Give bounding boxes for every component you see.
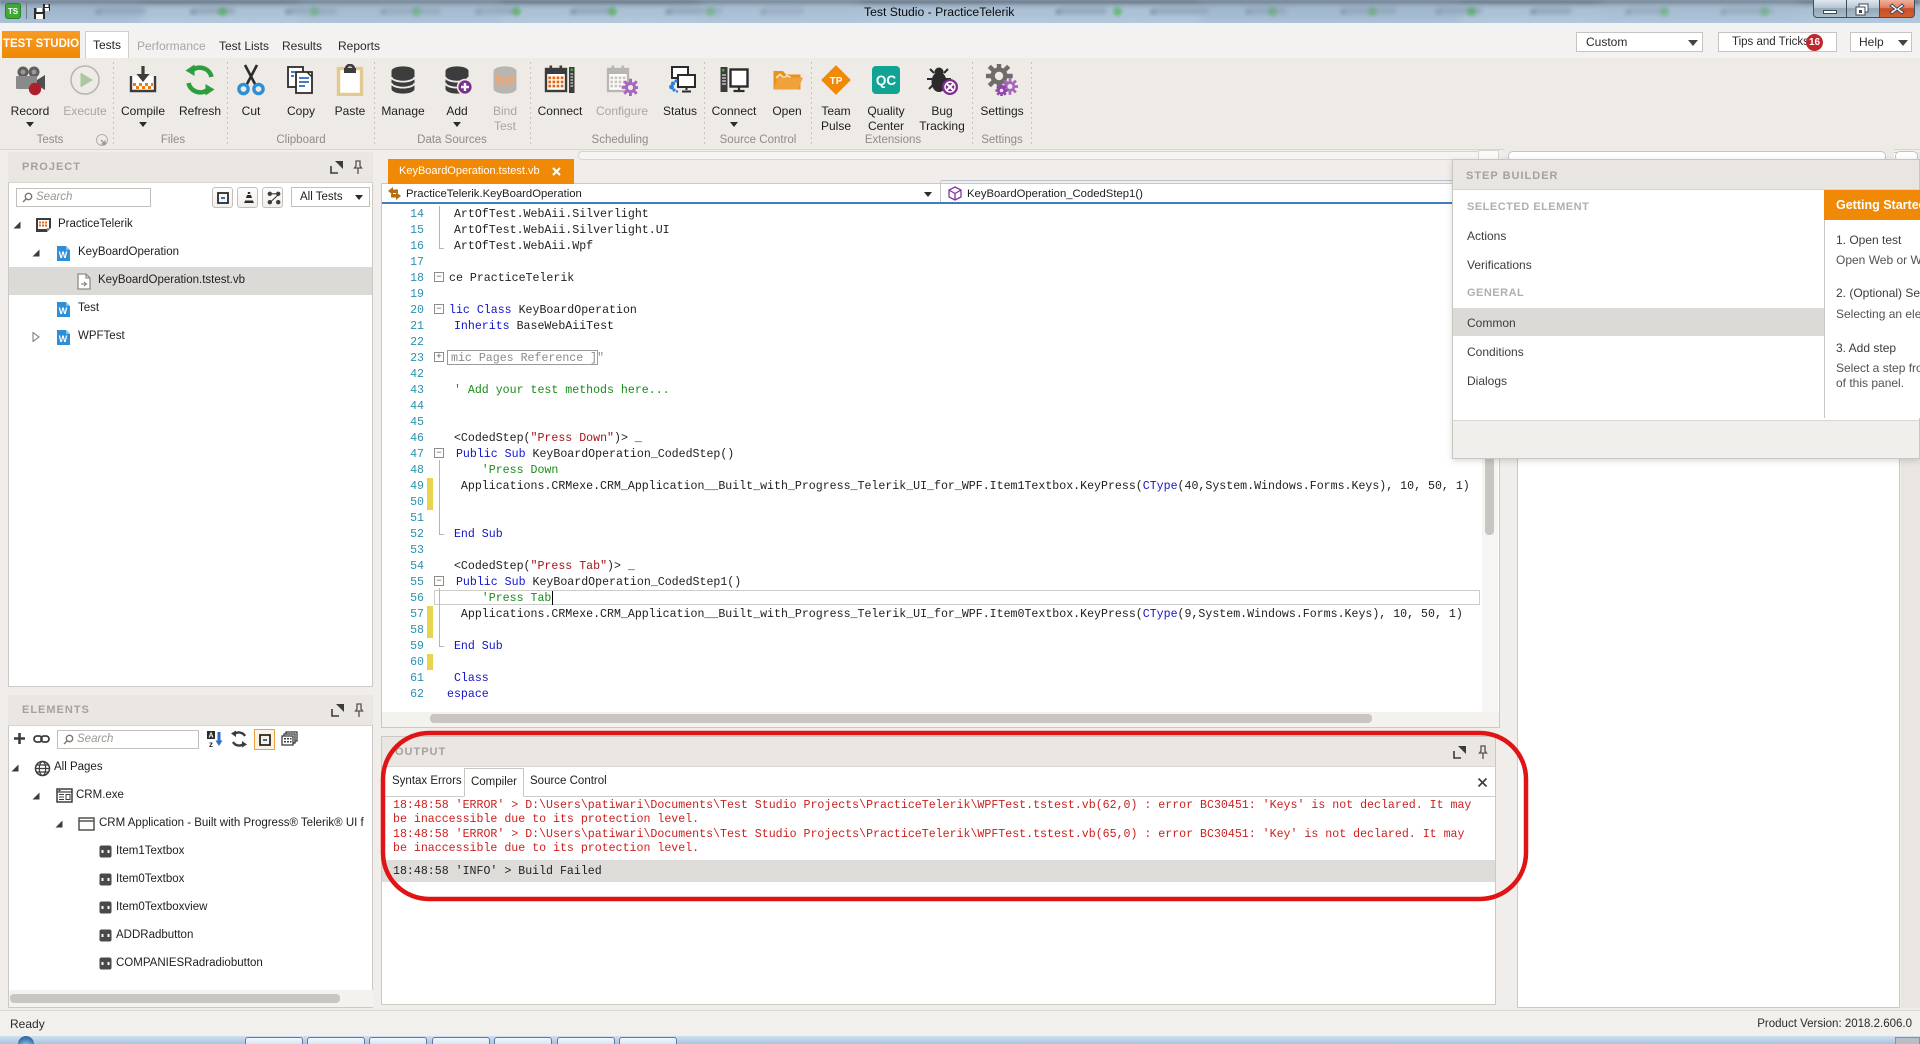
- svg-text:W: W: [59, 250, 68, 260]
- svg-text:z: z: [209, 740, 213, 748]
- svg-text:A: A: [208, 733, 213, 740]
- svg-text:TP: TP: [830, 76, 843, 87]
- svg-text:QC: QC: [876, 73, 897, 88]
- svg-text:W: W: [59, 334, 68, 344]
- svg-text:W: W: [59, 306, 68, 316]
